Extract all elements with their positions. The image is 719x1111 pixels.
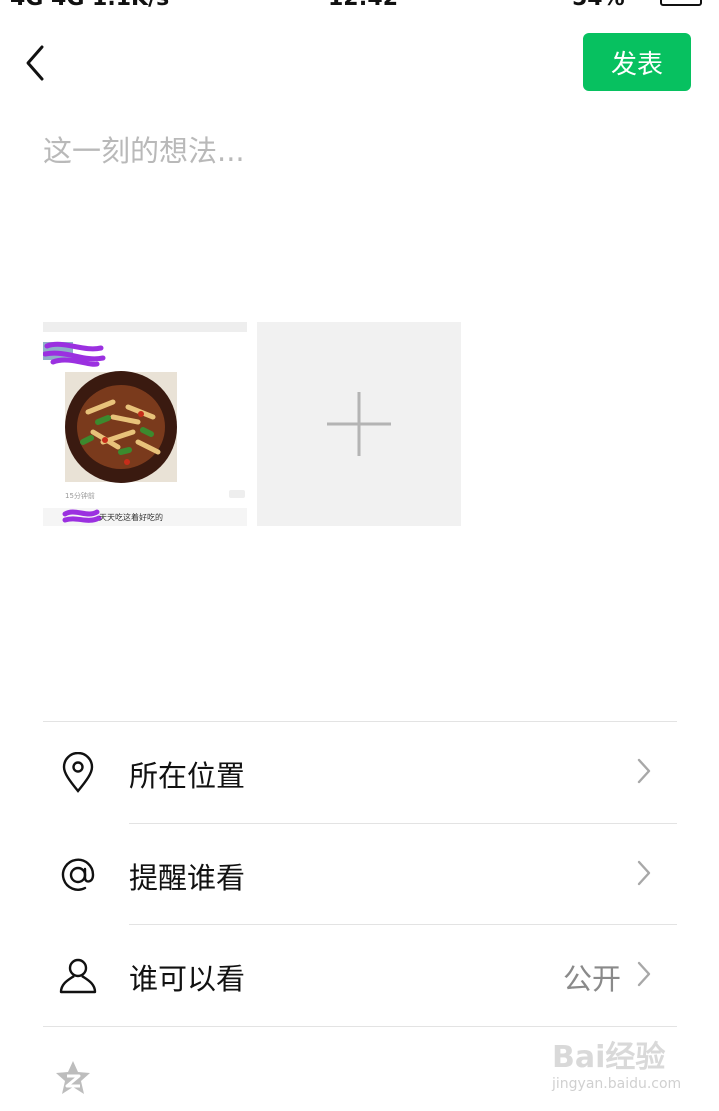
- visibility-label: 谁可以看: [129, 962, 246, 996]
- location-pin-icon: [62, 752, 94, 793]
- location-row[interactable]: 所在位置: [43, 722, 677, 822]
- photo-comment: 天天吃这着好吃的: [99, 512, 163, 522]
- battery-icon: [660, 0, 702, 6]
- back-button[interactable]: [18, 40, 54, 86]
- attached-photo[interactable]: 15分钟前 天天吃这着好吃的: [43, 322, 247, 526]
- photo-footer-time: 15分钟前: [65, 491, 95, 500]
- add-photo-button[interactable]: [257, 322, 461, 526]
- plus-icon: [327, 392, 391, 456]
- visibility-row[interactable]: 谁可以看 公开: [43, 925, 677, 1025]
- chevron-right-icon: [637, 758, 651, 784]
- divider: [43, 1026, 677, 1027]
- chevron-right-icon: [637, 961, 651, 987]
- watermark-url: jingyan.baidu.com: [552, 1076, 682, 1092]
- watermark-brand: Bai经验: [552, 1040, 666, 1075]
- baidu-jingyan-watermark: Bai经验 jingyan.baidu.com: [552, 1030, 684, 1100]
- status-bar: 4G 4G 1.1K/s 12:42 54%: [0, 0, 719, 14]
- publish-button[interactable]: 发表: [583, 33, 691, 91]
- at-icon: [61, 858, 95, 891]
- chevron-left-icon: [26, 45, 44, 81]
- battery-percent: 54%: [572, 0, 625, 11]
- photo-image: 15分钟前 天天吃这着好吃的: [43, 322, 247, 526]
- network-status: 4G 4G 1.1K/s: [10, 0, 169, 11]
- location-label: 所在位置: [129, 759, 246, 793]
- chevron-right-icon: [637, 860, 651, 886]
- remind-row[interactable]: 提醒谁看: [43, 824, 677, 924]
- post-text-input[interactable]: [43, 128, 677, 288]
- remind-label: 提醒谁看: [129, 861, 246, 895]
- visibility-value: 公开: [562, 962, 621, 996]
- person-icon: [59, 958, 97, 994]
- qzone-star-icon[interactable]: [53, 1058, 93, 1098]
- clock: 12:42: [328, 0, 398, 11]
